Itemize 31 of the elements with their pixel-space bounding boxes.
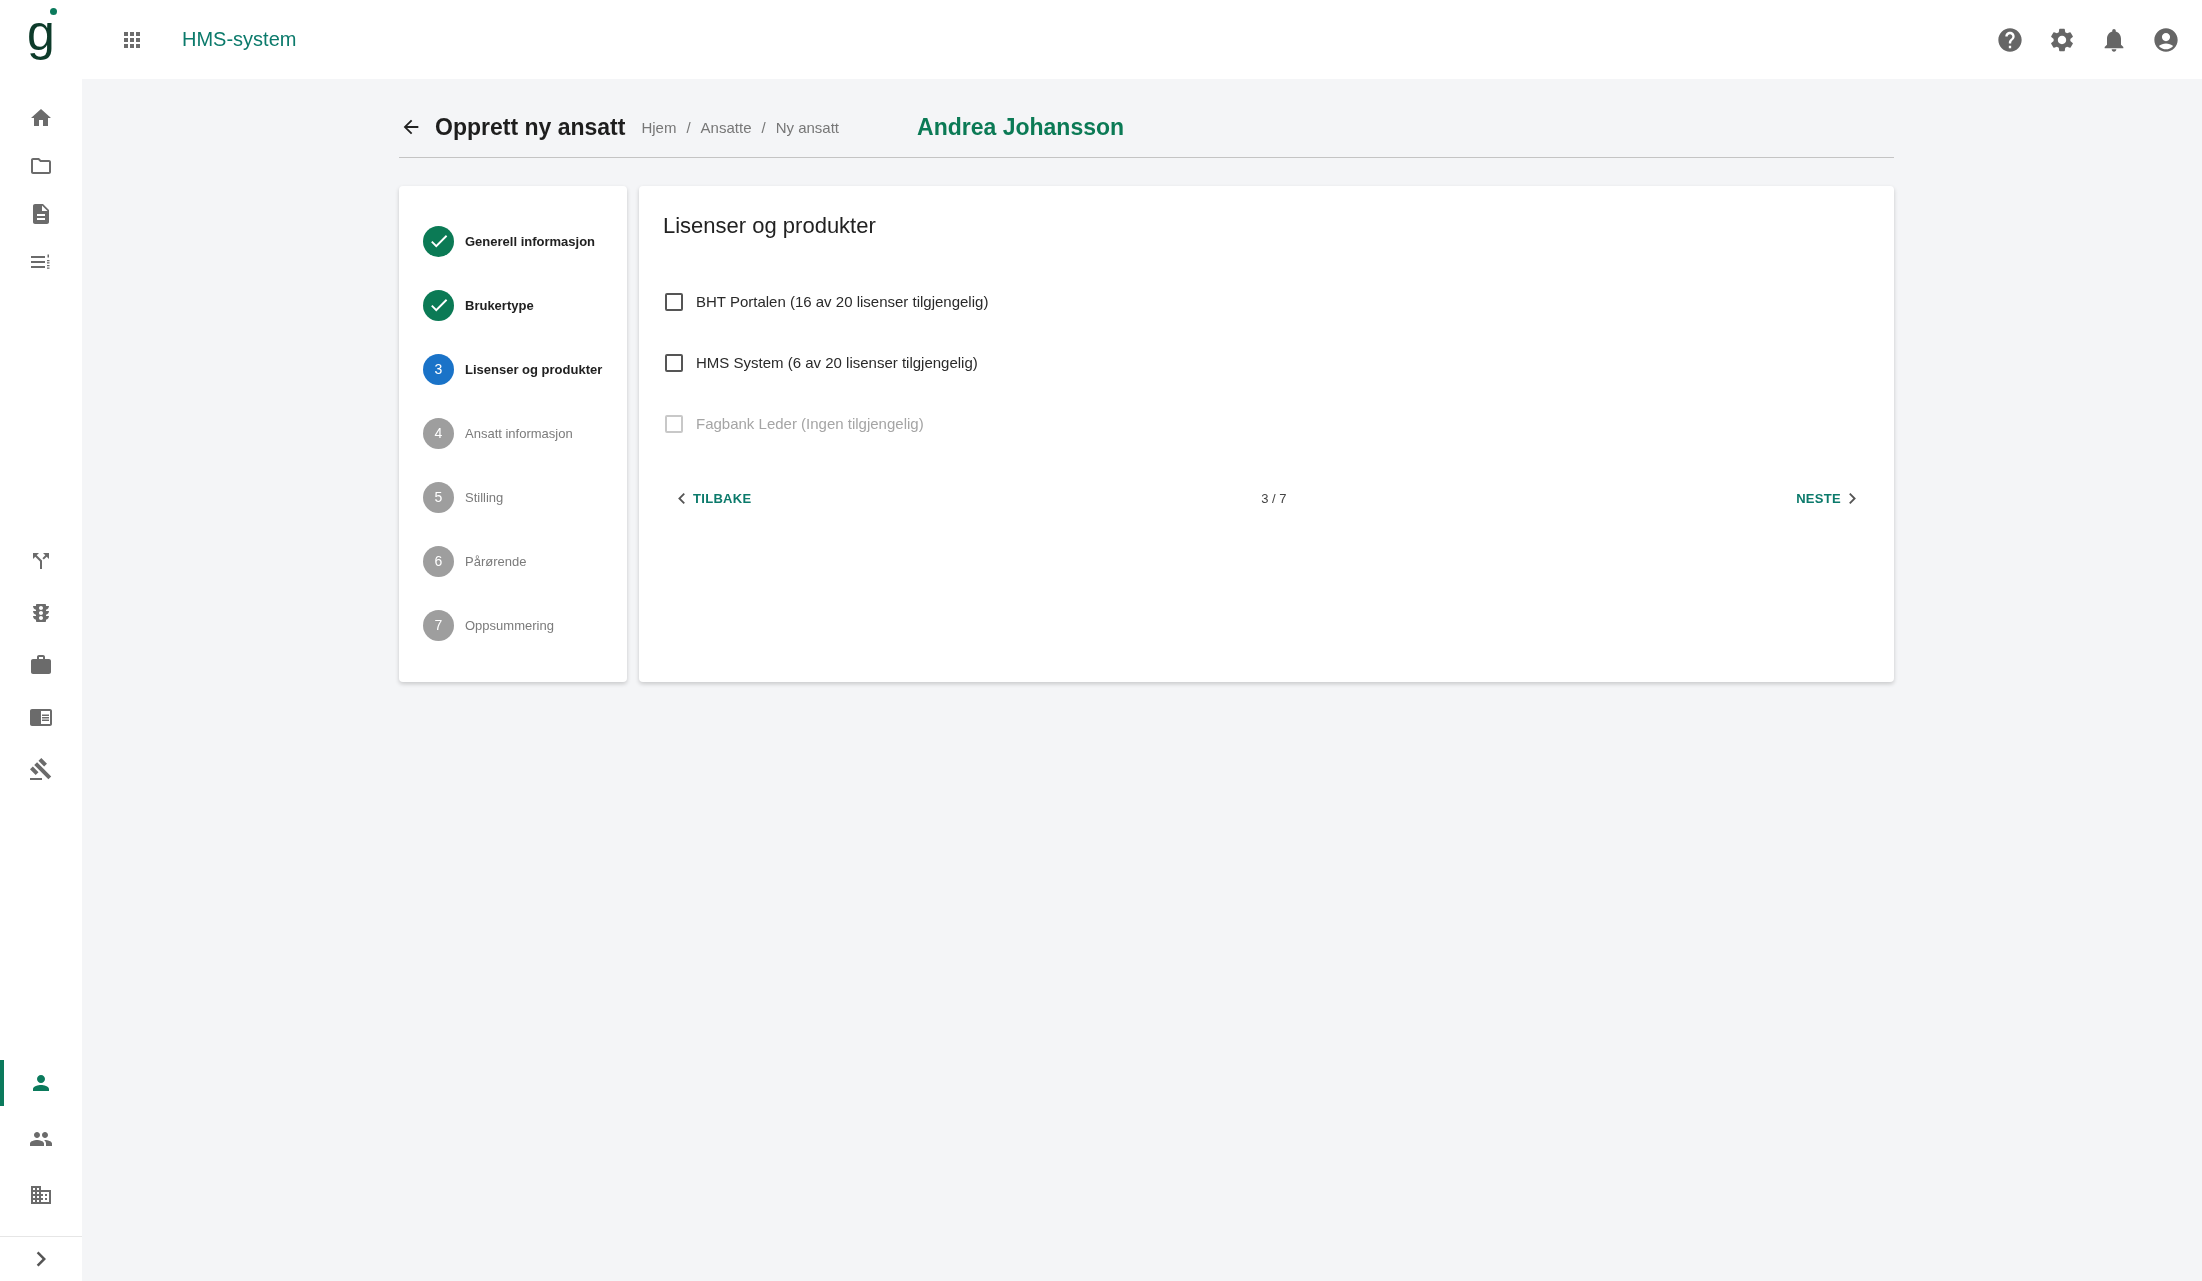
chevron-right-icon — [1849, 492, 1856, 504]
checkbox-label: BHT Portalen (16 av 20 lisenser tilgjengelig) — [696, 293, 989, 310]
breadcrumb-link[interactable]: Ny ansatt — [775, 118, 840, 136]
gavel-icon[interactable] — [29, 757, 53, 781]
checkbox-label: HMS System (6 av 20 lisenser tilgjengelig) — [696, 354, 978, 371]
chevron-left-icon — [678, 492, 685, 504]
step-number: 6 — [423, 545, 454, 577]
step-label[interactable]: Pårørende — [465, 553, 527, 569]
app-title: HMS-system — [182, 28, 297, 51]
employee-name: Andrea Johansson — [917, 113, 1125, 141]
step-number: 5 — [423, 481, 454, 513]
breadcrumb-separator: / — [761, 118, 766, 136]
breadcrumb-link[interactable]: Ansatte — [700, 118, 752, 136]
breadcrumb-separator: / — [686, 118, 691, 136]
help-icon[interactable] — [1996, 25, 2024, 54]
next-button[interactable]: NESTE — [1788, 484, 1864, 512]
section-title: Lisenser og produkter — [663, 212, 877, 240]
account-icon[interactable] — [2152, 25, 2180, 54]
breadcrumb-link[interactable]: Hjem — [641, 118, 677, 136]
briefcase-icon[interactable] — [29, 653, 53, 677]
logo: g — [25, 7, 57, 58]
step-counter: 3 / 7 — [1261, 490, 1287, 506]
building-icon[interactable] — [29, 1183, 53, 1207]
step-number: 4 — [423, 417, 454, 449]
step-number: 7 — [423, 609, 454, 641]
step-number: 3 — [423, 353, 454, 385]
page-title: Opprett ny ansatt — [435, 113, 626, 141]
checkbox-label: Fagbank Leder (Ingen tilgjengelig) — [696, 415, 924, 432]
checkbox[interactable] — [665, 353, 683, 372]
back-button[interactable]: TILBAKE — [670, 484, 760, 512]
checkbox[interactable] — [665, 292, 683, 311]
